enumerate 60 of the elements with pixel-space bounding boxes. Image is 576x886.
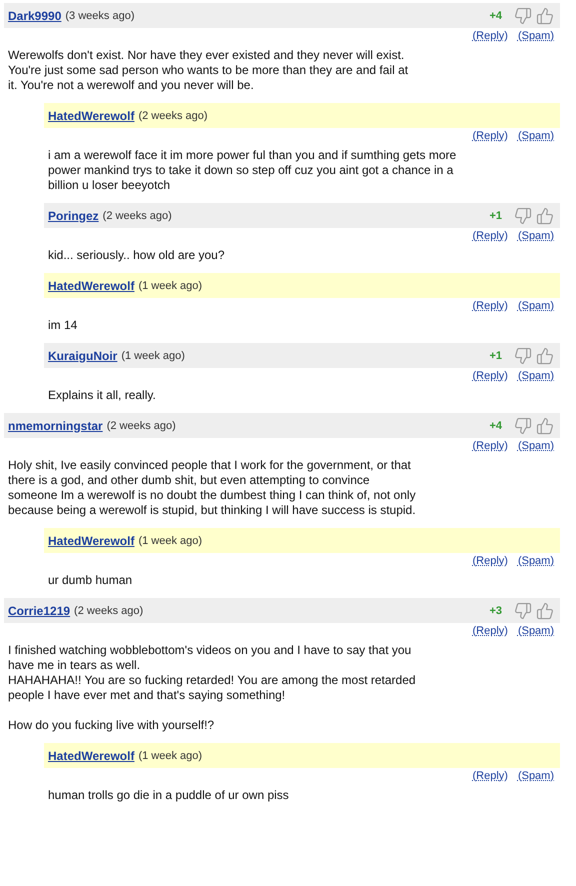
vote-score: +1 [489, 350, 502, 362]
author-link[interactable]: Dark9990 [8, 8, 62, 22]
reply-link[interactable]: (Reply) [472, 555, 508, 571]
comment-time: (2 weeks ago) [138, 110, 208, 122]
comment-time: (2 weeks ago) [102, 210, 172, 222]
comment-text: i am a werewolf face it im more power ful than you and if sumthing gets more power mankind trys to take it down so step off cuz you aint got a chance in a billion u loser beeyotch [47, 147, 458, 193]
comment-text: ur dumb human [47, 572, 134, 588]
thumbs-down-icon[interactable] [514, 416, 532, 434]
spam-link[interactable]: (Spam) [518, 230, 554, 246]
author-link[interactable]: HatedWerewolf [48, 748, 134, 762]
spam-link[interactable]: (Spam) [518, 300, 554, 316]
comment-time: (1 week ago) [138, 750, 202, 762]
spam-link[interactable]: (Spam) [518, 370, 554, 386]
author-link[interactable]: HatedWerewolf [48, 108, 134, 122]
spam-link[interactable]: (Spam) [518, 30, 554, 46]
author-link[interactable]: nmemorningstar [8, 418, 103, 432]
thumbs-down-icon[interactable] [514, 602, 532, 620]
vote-score: +4 [489, 420, 502, 432]
thumbs-down-icon[interactable] [514, 346, 532, 364]
comment-time: (3 weeks ago) [65, 10, 134, 22]
comment-time: (1 week ago) [121, 350, 185, 362]
comment-text: human trolls go die in a puddle of ur own piss [47, 787, 290, 803]
comment-text: Explains it all, really. [47, 387, 157, 403]
thumbs-up-icon[interactable] [536, 416, 554, 434]
vote-score: +4 [489, 10, 502, 22]
author-link[interactable]: KuraiguNoir [48, 348, 118, 362]
thumbs-up-icon[interactable] [536, 602, 554, 620]
thumbs-down-icon[interactable] [514, 206, 532, 224]
author-link[interactable]: HatedWerewolf [48, 278, 134, 292]
reply-link[interactable]: (Reply) [472, 30, 508, 46]
author-link[interactable]: Poringez [48, 208, 99, 222]
comment-text: I finished watching wobblebottom's videos on you and I have to say that you have me in tears as well. HAHAHAHA!! You are so fucking retarded! You are among the most retarded people I have ever met and that's saying something! How do you fucking live with yourself!? [7, 642, 417, 733]
thumbs-down-icon[interactable] [514, 6, 532, 24]
comment-text: Holy shit, Ive easily convinced people that I work for the government, or that there is a god, and other dumb shit, but even attempting to convince someone Im a werewolf is no doubt the dumbest thing I can think of, not only because being a werewolf is stupid, but thinking I will have success is stupid. [7, 457, 417, 518]
reply-link[interactable]: (Reply) [472, 770, 508, 786]
reply-link[interactable]: (Reply) [472, 230, 508, 246]
comment-time: (2 weeks ago) [74, 604, 144, 616]
reply-link[interactable]: (Reply) [472, 300, 508, 316]
comment-time: (1 week ago) [138, 534, 202, 546]
spam-link[interactable]: (Spam) [518, 770, 554, 786]
thumbs-up-icon[interactable] [536, 346, 554, 364]
comment-time: (1 week ago) [138, 280, 202, 292]
spam-link[interactable]: (Spam) [518, 440, 554, 456]
reply-link[interactable]: (Reply) [472, 370, 508, 386]
comment-text: Werewolfs don't exist. Nor have they ever existed and they never will exist. You're just some sad person who wants to be more than they are and fail at it. You're not a werewolf and you never will be. [7, 47, 410, 93]
spam-link[interactable]: (Spam) [518, 625, 554, 641]
reply-link[interactable]: (Reply) [472, 130, 508, 146]
thumbs-up-icon[interactable] [536, 206, 554, 224]
thumbs-up-icon[interactable] [536, 6, 554, 24]
spam-link[interactable]: (Spam) [518, 130, 554, 146]
vote-score: +3 [489, 604, 502, 616]
author-link[interactable]: HatedWerewolf [48, 534, 134, 548]
comment-time: (2 weeks ago) [106, 420, 176, 432]
spam-link[interactable]: (Spam) [518, 555, 554, 571]
reply-link[interactable]: (Reply) [472, 440, 508, 456]
author-link[interactable]: Corrie1219 [8, 604, 70, 618]
vote-score: +1 [489, 210, 502, 222]
comment-text: im 14 [47, 317, 78, 333]
comment-text: kid... seriously.. how old are you? [47, 247, 226, 263]
reply-link[interactable]: (Reply) [472, 625, 508, 641]
